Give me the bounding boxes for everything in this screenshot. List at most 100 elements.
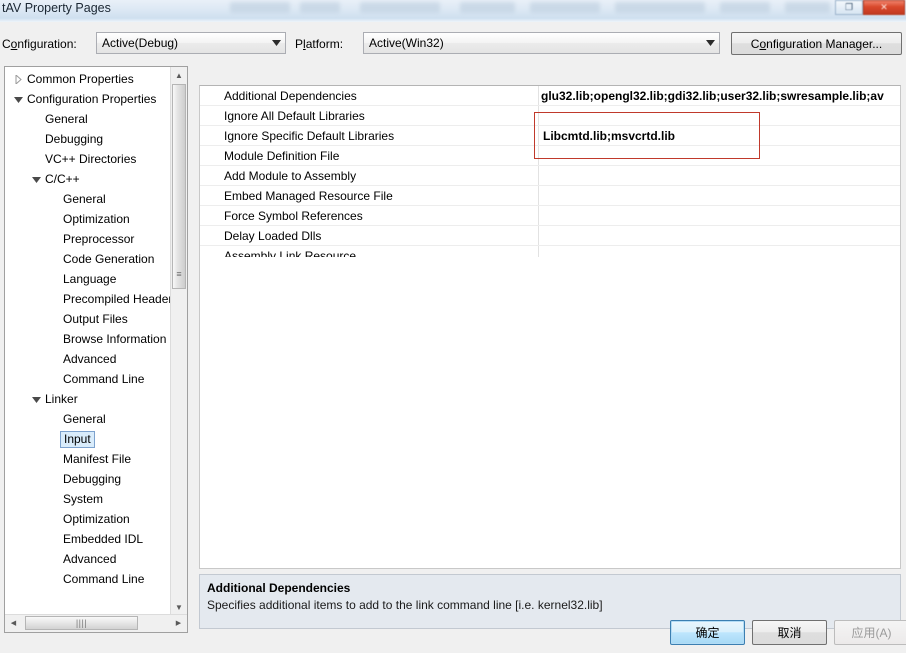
dialog-footer: 确定 取消 应用(A) xyxy=(0,620,906,653)
configuration-manager-button[interactable]: Co nfiguration Manager... xyxy=(731,32,902,55)
sidebar-item-advanced[interactable]: Advanced xyxy=(5,349,173,369)
scroll-down-icon[interactable]: ▼ xyxy=(171,599,187,615)
background-blur-smudge xyxy=(720,2,770,13)
sidebar-item-label: General xyxy=(63,412,106,426)
settings-tree-panel[interactable]: Common Properties Configuration Propertie… xyxy=(4,66,188,633)
description-body: Specifies additional items to add to the… xyxy=(207,598,603,612)
property-row[interactable]: Delay Loaded Dlls xyxy=(200,226,900,246)
sidebar-item-label: Manifest File xyxy=(63,452,132,466)
background-blur-smudge xyxy=(460,2,515,13)
chevron-down-icon[interactable] xyxy=(29,176,43,183)
property-pages-dialog: Configuration: Active(Debug) Platform: A… xyxy=(0,22,906,653)
platform-value: Active(Win32) xyxy=(369,36,444,50)
sidebar-item-label: Command Line xyxy=(63,372,145,386)
sidebar-item-label: Configuration Properties xyxy=(27,92,157,106)
property-name: Add Module to Assembly xyxy=(224,168,357,183)
property-row[interactable]: Embed Managed Resource File xyxy=(200,186,900,206)
sidebar-item-precompiled-headers[interactable]: Precompiled Headers xyxy=(5,289,178,309)
settings-tree: Common Properties Configuration Propertie… xyxy=(5,69,178,589)
chevron-down-icon[interactable] xyxy=(268,33,285,53)
configuration-toolbar: Configuration: Active(Debug) Platform: A… xyxy=(0,30,906,58)
property-value[interactable]: glu32.lib;opengl32.lib;gdi32.lib;user32.… xyxy=(541,89,898,103)
tree-vertical-scroll-thumb[interactable] xyxy=(172,84,186,289)
sidebar-item-label: Optimization xyxy=(63,512,130,526)
sidebar-item-label: Advanced xyxy=(63,352,117,366)
sidebar-item-optimization[interactable]: Optimization xyxy=(5,209,173,229)
sidebar-item-configuration-properties[interactable]: Configuration Properties xyxy=(5,89,173,109)
scroll-up-icon[interactable]: ▲ xyxy=(171,67,187,83)
sidebar-item-preprocessor[interactable]: Preprocessor xyxy=(5,229,173,249)
sidebar-item-label: Code Generation xyxy=(63,252,155,266)
annotation-callout-box: Libcmtd.lib;msvcrtd.lib xyxy=(534,112,760,159)
background-blur-smudge xyxy=(230,2,290,13)
sidebar-item-label: VC++ Directories xyxy=(45,152,137,166)
sidebar-item-general[interactable]: General xyxy=(5,189,173,209)
sidebar-item-label: Output Files xyxy=(63,312,128,326)
property-name: Delay Loaded Dlls xyxy=(224,228,322,243)
sidebar-item-linker[interactable]: Linker xyxy=(5,389,173,409)
property-row[interactable]: Force Symbol References xyxy=(200,206,900,226)
property-name: Ignore All Default Libraries xyxy=(224,108,365,123)
scroll-thumb-grip-icon: ≡ xyxy=(176,268,182,279)
sidebar-item-system[interactable]: System xyxy=(5,489,173,509)
sidebar-item-output-files[interactable]: Output Files xyxy=(5,309,173,329)
tree-vertical-scrollbar[interactable]: ▲ ≡ ▼ xyxy=(170,67,187,615)
property-row[interactable]: Additional Dependencies glu32.lib;opengl3… xyxy=(200,86,900,106)
background-blur-smudge xyxy=(615,2,705,13)
sidebar-item-label: Language xyxy=(63,272,117,286)
property-name: Embed Managed Resource File xyxy=(224,188,393,203)
sidebar-item-embedded-idl[interactable]: Embedded IDL xyxy=(5,529,173,549)
close-icon[interactable]: ✕ xyxy=(863,0,905,15)
sidebar-item-label: Linker xyxy=(45,392,78,406)
sidebar-item-label: Preprocessor xyxy=(63,232,135,246)
sidebar-item-browse-information[interactable]: Browse Information xyxy=(5,329,173,349)
chevron-down-icon[interactable] xyxy=(702,33,719,53)
configuration-dropdown[interactable]: Active(Debug) xyxy=(96,32,286,54)
configuration-label: Configuration: xyxy=(2,37,77,51)
property-name: Force Symbol References xyxy=(224,208,363,223)
sidebar-item-label: Common Properties xyxy=(27,72,134,86)
sidebar-item-code-generation[interactable]: Code Generation xyxy=(5,249,173,269)
ok-button[interactable]: 确定 xyxy=(670,620,745,645)
sidebar-item-label: C/C++ xyxy=(45,172,80,186)
sidebar-item-c-c[interactable]: C/C++ xyxy=(5,169,173,189)
window-titlebar[interactable]: tAV Property Pages ❐ ✕ xyxy=(0,0,906,18)
property-name: Ignore Specific Default Libraries xyxy=(224,128,395,143)
sidebar-item-label: General xyxy=(45,112,88,126)
sidebar-item-input[interactable]: Input xyxy=(5,429,173,449)
annotation-text: Libcmtd.lib;msvcrtd.lib xyxy=(543,128,676,143)
sidebar-item-debugging[interactable]: Debugging xyxy=(5,469,173,489)
sidebar-item-vc-directories[interactable]: VC++ Directories xyxy=(5,149,173,169)
chevron-down-icon[interactable] xyxy=(29,396,43,403)
sidebar-item-command-line[interactable]: Command Line xyxy=(5,369,173,389)
configuration-value: Active(Debug) xyxy=(102,36,179,50)
sidebar-item-advanced[interactable]: Advanced xyxy=(5,549,173,569)
apply-button: 应用(A) xyxy=(834,620,906,645)
chevron-right-icon[interactable] xyxy=(11,74,25,84)
sidebar-item-label: Command Line xyxy=(63,572,145,586)
sidebar-item-common-properties[interactable]: Common Properties xyxy=(5,69,173,89)
background-blur-smudge xyxy=(360,2,440,13)
sidebar-item-language[interactable]: Language xyxy=(5,269,173,289)
sidebar-item-debugging[interactable]: Debugging xyxy=(5,129,173,149)
background-blur-smudge xyxy=(785,2,830,13)
sidebar-item-general[interactable]: General xyxy=(5,409,173,429)
sidebar-item-manifest-file[interactable]: Manifest File xyxy=(5,449,173,469)
sidebar-item-label: Precompiled Headers xyxy=(63,292,179,306)
window-title: tAV Property Pages xyxy=(2,1,111,15)
description-title: Additional Dependencies xyxy=(207,581,351,595)
chevron-down-icon[interactable] xyxy=(11,96,25,103)
sidebar-item-general[interactable]: General xyxy=(5,109,173,129)
restore-button[interactable]: ❐ xyxy=(835,0,863,15)
sidebar-item-label: Optimization xyxy=(63,212,130,226)
cancel-button[interactable]: 取消 xyxy=(752,620,827,645)
sidebar-item-label: Debugging xyxy=(45,132,104,146)
sidebar-item-optimization[interactable]: Optimization xyxy=(5,509,173,529)
sidebar-item-label: Debugging xyxy=(63,472,122,486)
sidebar-item-label: System xyxy=(63,492,104,506)
platform-dropdown[interactable]: Active(Win32) xyxy=(363,32,720,54)
property-grid[interactable]: Additional Dependencies glu32.lib;opengl3… xyxy=(199,85,901,569)
sidebar-item-label: General xyxy=(63,192,106,206)
property-row[interactable]: Add Module to Assembly xyxy=(200,166,900,186)
sidebar-item-command-line[interactable]: Command Line xyxy=(5,569,173,589)
